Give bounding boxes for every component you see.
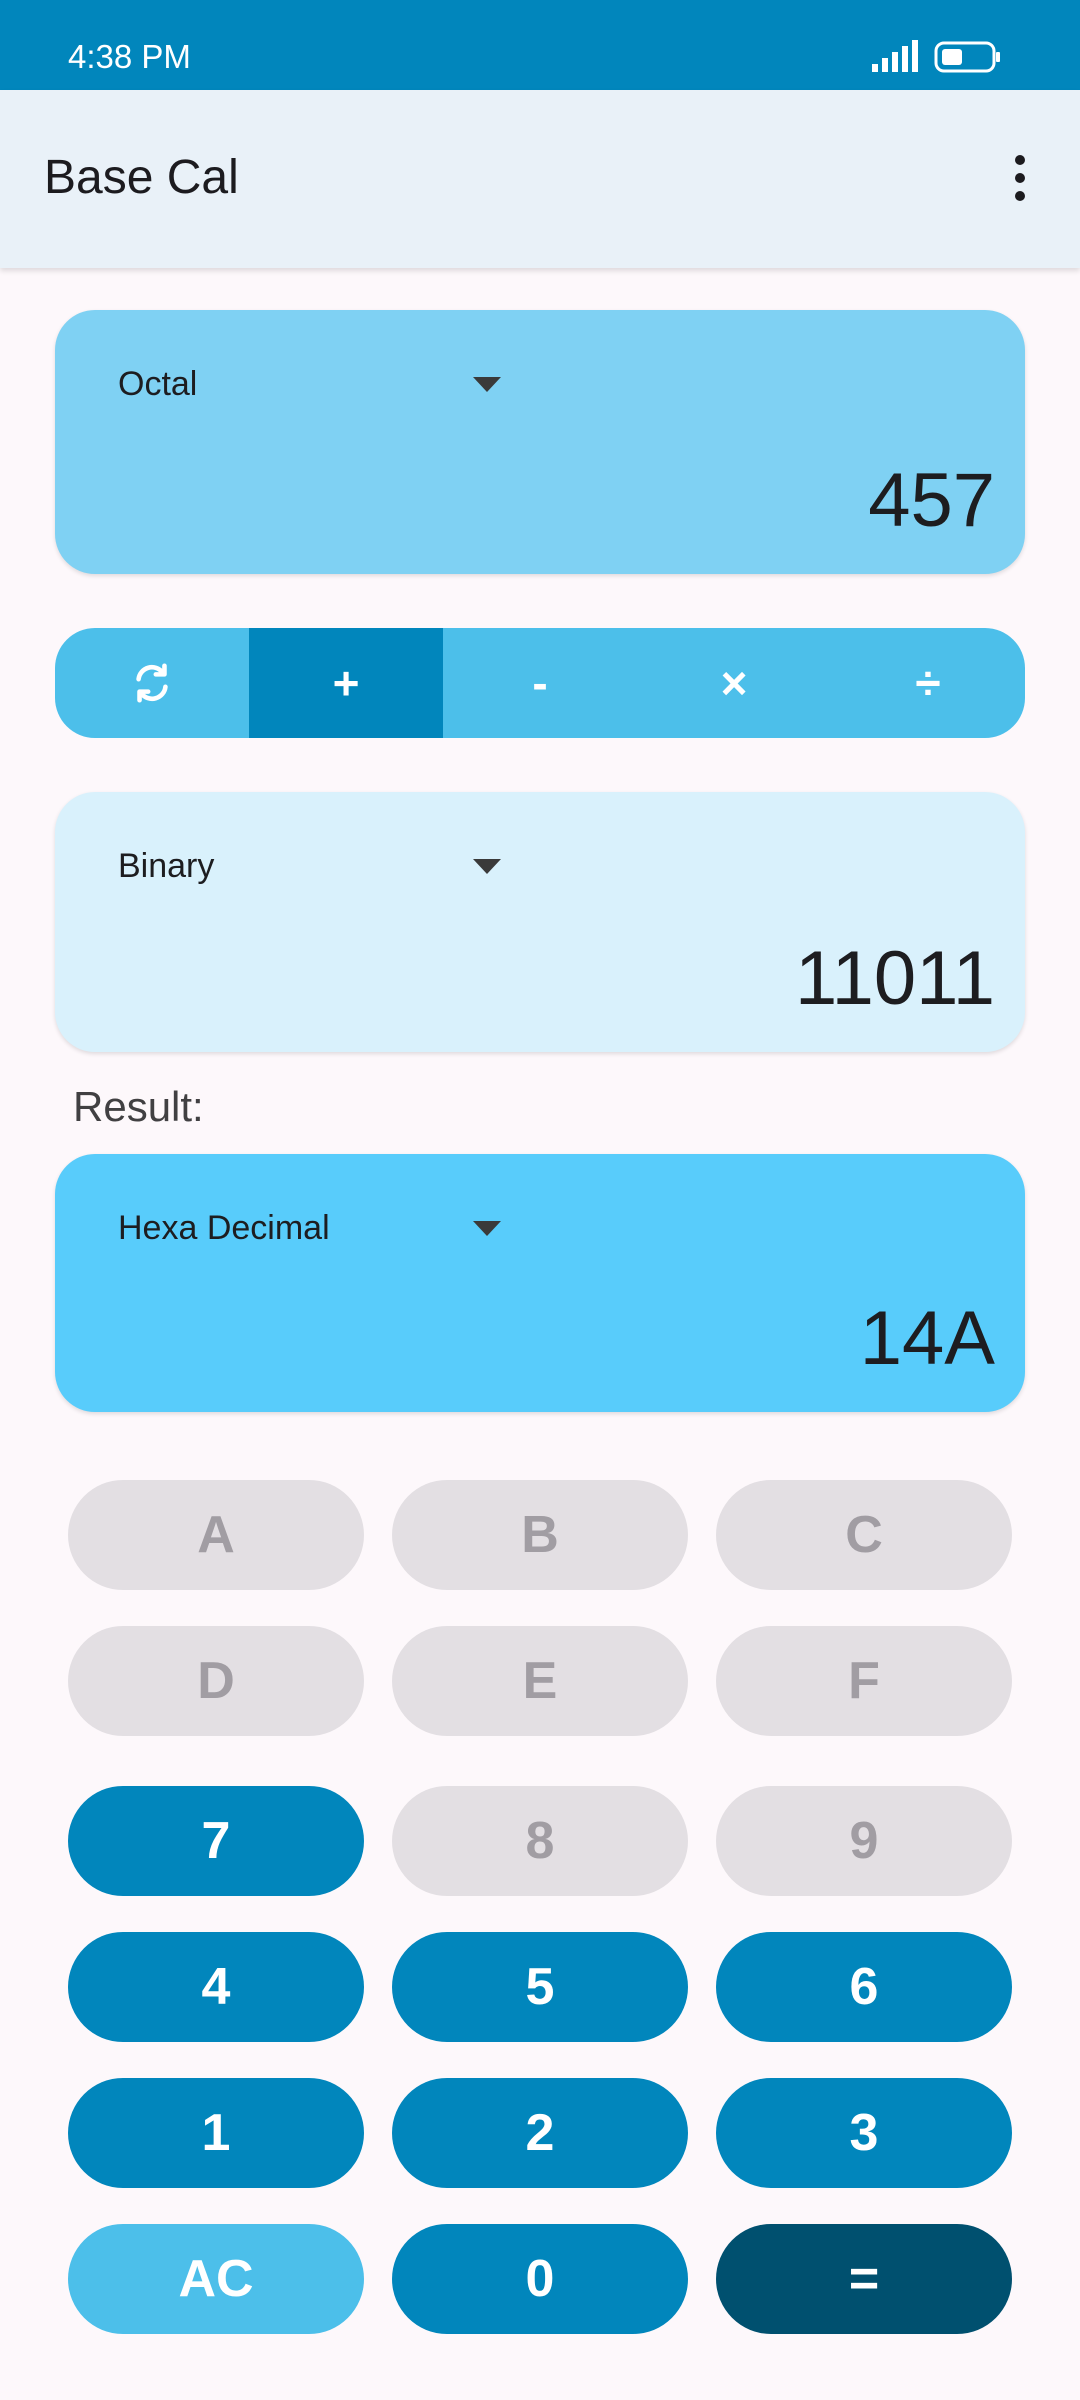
result-base-dropdown[interactable]: Hexa Decimal [118, 1209, 518, 1259]
app-title: Base Cal [44, 151, 239, 204]
status-bar: 4:38 PM [0, 0, 1080, 90]
first-operand-card: Octal 457 [55, 310, 1025, 574]
key-8[interactable]: 8 [392, 1786, 688, 1896]
key-5[interactable]: 5 [392, 1932, 688, 2042]
second-base-label: Binary [118, 847, 215, 885]
second-operand-card: Binary 11011 [55, 792, 1025, 1052]
dropdown-caret-icon [473, 1221, 501, 1236]
multiply-button[interactable]: × [637, 628, 831, 738]
key-2[interactable]: 2 [392, 2078, 688, 2188]
key-0[interactable]: 0 [392, 2224, 688, 2334]
divide-button[interactable]: ÷ [831, 628, 1025, 738]
more-options-icon[interactable] [1000, 146, 1040, 210]
key-6[interactable]: 6 [716, 1932, 1012, 2042]
result-base-label: Hexa Decimal [118, 1209, 330, 1247]
dropdown-caret-icon [473, 377, 501, 392]
key-4[interactable]: 4 [68, 1932, 364, 2042]
first-base-dropdown[interactable]: Octal [118, 365, 518, 415]
subtract-button[interactable]: - [443, 628, 637, 738]
app-bar: Base Cal [0, 90, 1080, 268]
result-label: Result: [73, 1083, 204, 1130]
key-c[interactable]: C [716, 1480, 1012, 1590]
result-value: 14A [859, 1296, 995, 1381]
second-operand-value[interactable]: 11011 [795, 935, 995, 1022]
swap-button[interactable] [55, 628, 249, 738]
key-b[interactable]: B [392, 1480, 688, 1590]
second-base-dropdown[interactable]: Binary [118, 847, 518, 897]
battery-icon [934, 41, 1000, 73]
key-d[interactable]: D [68, 1626, 364, 1736]
first-operand-value[interactable]: 457 [868, 457, 995, 544]
key-7[interactable]: 7 [68, 1786, 364, 1896]
key-3[interactable]: 3 [716, 2078, 1012, 2188]
key-a[interactable]: A [68, 1480, 364, 1590]
key-f[interactable]: F [716, 1626, 1012, 1736]
equals-button[interactable]: = [716, 2224, 1012, 2334]
key-e[interactable]: E [392, 1626, 688, 1736]
first-base-label: Octal [118, 365, 198, 403]
clear-button[interactable]: AC [68, 2224, 364, 2334]
dropdown-caret-icon [473, 859, 501, 874]
key-9[interactable]: 9 [716, 1786, 1012, 1896]
operation-selector: + - × ÷ [55, 628, 1025, 738]
key-1[interactable]: 1 [68, 2078, 364, 2188]
status-time: 4:38 PM [68, 38, 191, 75]
result-card: Hexa Decimal 14A [55, 1154, 1025, 1412]
swap-icon [136, 663, 168, 703]
add-button[interactable]: + [249, 628, 443, 738]
signal-icon [872, 40, 918, 72]
